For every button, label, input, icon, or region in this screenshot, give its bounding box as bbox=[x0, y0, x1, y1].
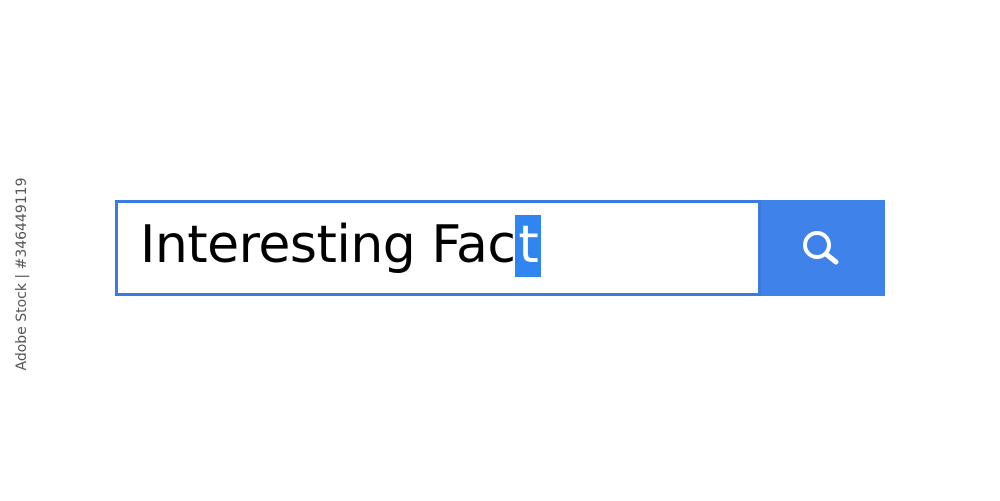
search-input[interactable]: Interesting Fact bbox=[115, 200, 761, 296]
typed-text: Interesting Fac bbox=[140, 215, 516, 275]
search-icon bbox=[803, 231, 839, 265]
search-bar: Interesting Fact bbox=[115, 200, 885, 296]
stage: Adobe Stock | #346449119 Interesting Fac… bbox=[0, 0, 1000, 501]
selected-text: t bbox=[515, 215, 542, 277]
search-input-text: Interesting Fact bbox=[140, 215, 542, 277]
stock-id-label: Adobe Stock | #346449119 bbox=[14, 177, 30, 371]
search-button[interactable] bbox=[761, 200, 885, 296]
